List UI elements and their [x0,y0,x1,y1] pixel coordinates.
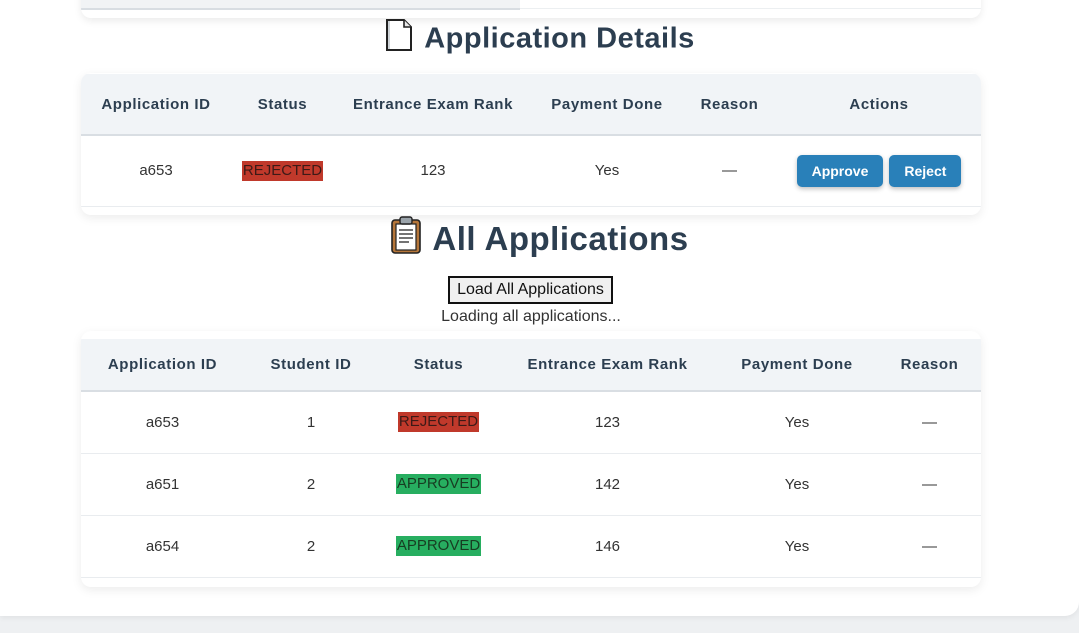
column-header-entrance-exam-rank: Entrance Exam Rank [334,74,532,136]
table-header-row: Application ID Student ID Status Entranc… [81,339,981,392]
student-id-cell: 1 [244,391,378,454]
student-id-cell: 2 [244,453,378,516]
column-header-status: Status [231,74,334,136]
column-header-payment-done: Payment Done [532,74,682,136]
previous-card-cell [81,0,520,10]
load-all-applications-button[interactable]: Load All Applications [448,276,613,304]
reason-cell: — [878,515,981,578]
column-header-actions: Actions [777,74,981,136]
previous-card-cell [520,0,981,9]
application-details-card: Application ID Status Entrance Exam Rank… [81,73,981,215]
application-id-cell: a653 [81,135,231,207]
clipboard-icon [390,216,422,262]
actions-cell: Approve Reject [777,135,981,207]
loading-status-text: Loading all applications... [441,308,621,325]
application-details-table: Application ID Status Entrance Exam Rank… [81,74,981,207]
rank-cell: 123 [334,135,532,207]
approve-button[interactable]: Approve [796,154,884,187]
reason-cell: — [682,135,777,207]
application-id-cell: a653 [81,391,244,454]
student-id-cell: 2 [244,515,378,578]
rank-cell: 142 [499,453,716,516]
column-header-student-id: Student ID [244,339,378,392]
column-header-application-id: Application ID [81,339,244,392]
reason-cell: — [878,453,981,516]
application-details-heading: Application Details [0,18,1079,60]
payment-done-cell: Yes [532,135,682,207]
application-details-title: Application Details [424,22,695,55]
all-applications-heading: All Applications [0,216,1079,262]
status-cell: REJECTED [231,135,334,207]
status-badge: APPROVED [395,474,482,494]
reason-cell: — [878,391,981,454]
column-header-entrance-exam-rank: Entrance Exam Rank [499,339,716,392]
application-id-cell: a654 [81,515,244,578]
rank-cell: 146 [499,515,716,578]
reject-button[interactable]: Reject [889,154,962,187]
column-header-reason: Reason [682,74,777,136]
table-row: a653 REJECTED 123 Yes — Approve Reject [81,135,981,207]
all-applications-card: Application ID Student ID Status Entranc… [81,331,981,587]
page: Application Details Application ID Statu… [0,0,1079,616]
column-header-status: Status [378,339,499,392]
application-id-cell: a651 [81,453,244,516]
rank-cell: 123 [499,391,716,454]
column-header-reason: Reason [878,339,981,392]
status-badge: REJECTED [241,160,324,181]
status-cell: APPROVED [378,515,499,578]
previous-card-fragment [81,0,981,18]
payment-done-cell: Yes [716,391,878,454]
status-cell: REJECTED [378,391,499,454]
table-header-row: Application ID Status Entrance Exam Rank… [81,74,981,136]
table-row: a653 1 REJECTED 123 Yes — [81,391,981,454]
table-row: a651 2 APPROVED 142 Yes — [81,453,981,516]
all-applications-table: Application ID Student ID Status Entranc… [81,339,981,578]
payment-done-cell: Yes [716,453,878,516]
status-badge: APPROVED [395,536,482,556]
table-row: a654 2 APPROVED 146 Yes — [81,515,981,578]
page-icon [384,18,414,60]
all-applications-title: All Applications [432,220,689,257]
column-header-payment-done: Payment Done [716,339,878,392]
status-badge: REJECTED [397,412,480,433]
payment-done-cell: Yes [716,515,878,578]
column-header-application-id: Application ID [81,74,231,136]
status-cell: APPROVED [378,453,499,516]
